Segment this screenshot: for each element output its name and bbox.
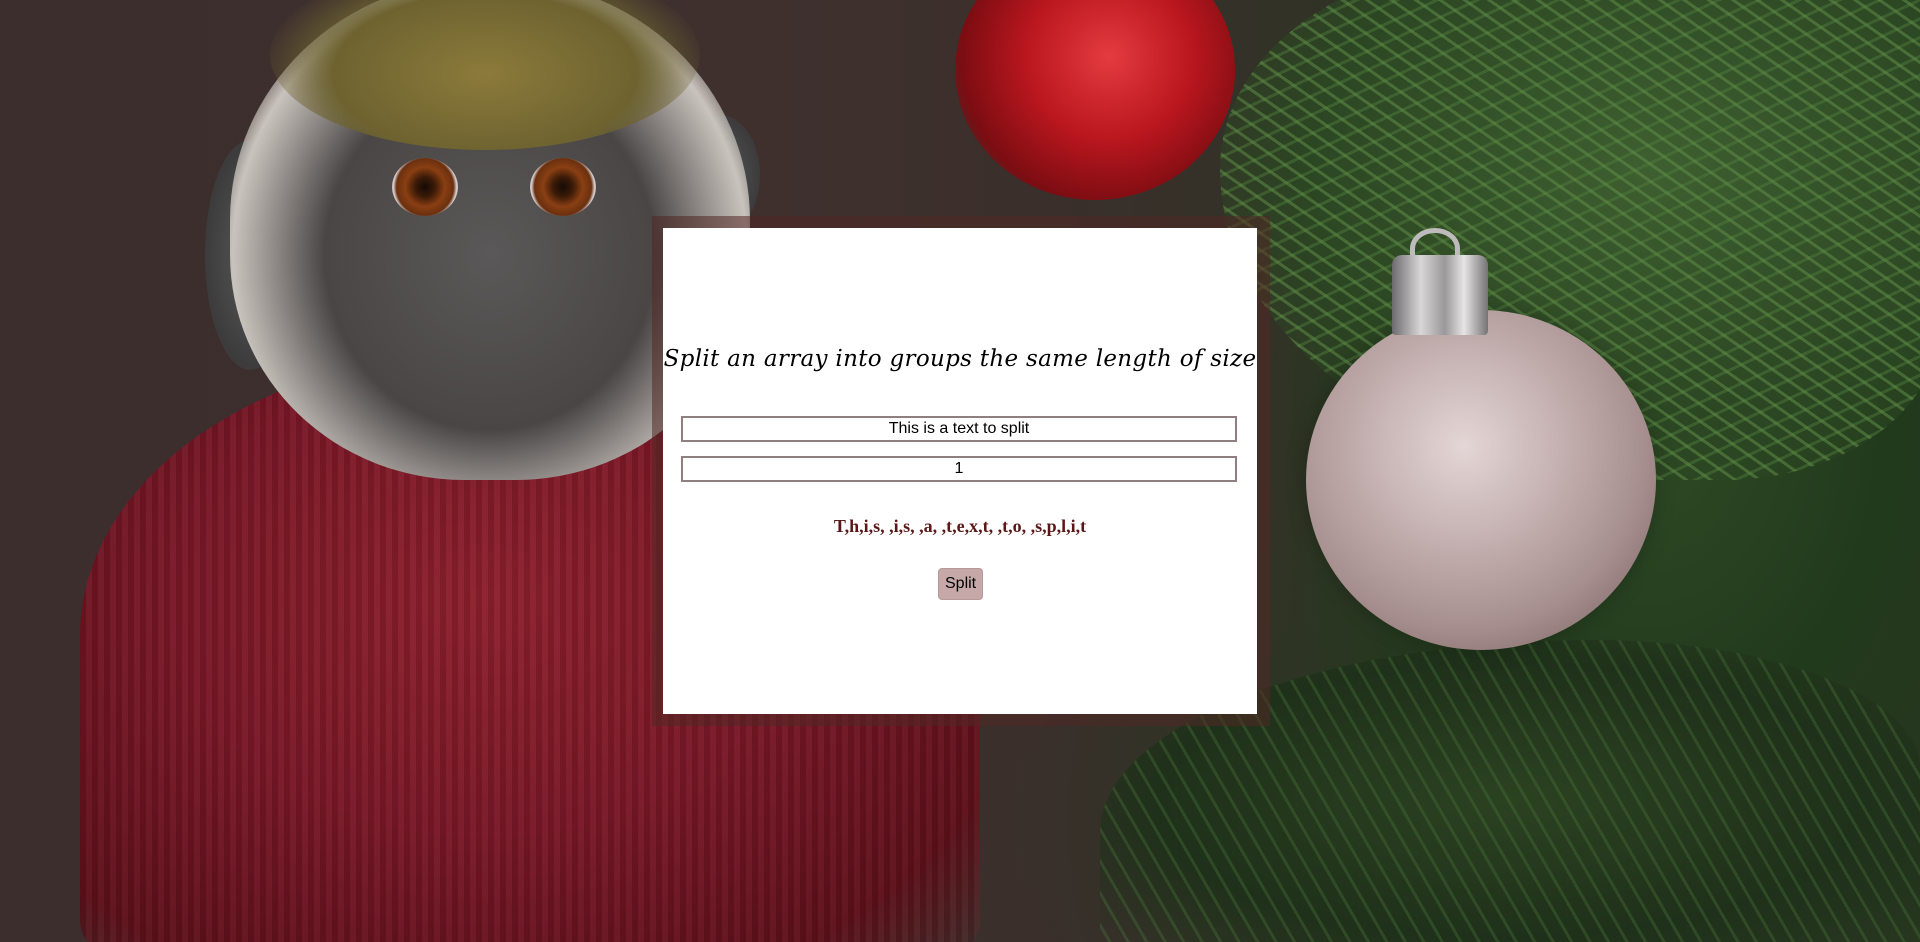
text-input[interactable]	[681, 416, 1237, 442]
split-button[interactable]: Split	[938, 568, 984, 600]
monkey-eye-right	[530, 158, 596, 216]
page-title: Split an array into groups the same leng…	[663, 346, 1257, 372]
ornament-cap	[1392, 255, 1488, 335]
size-input[interactable]	[681, 456, 1237, 482]
split-card: Split an array into groups the same leng…	[663, 228, 1257, 714]
silver-ornament	[1306, 310, 1656, 650]
red-ornament	[955, 0, 1235, 200]
monkey-eye-left	[392, 158, 458, 216]
split-result: T,h,i,s, ,i,s, ,a, ,t,e,x,t, ,t,o, ,s,p,…	[833, 516, 1087, 536]
